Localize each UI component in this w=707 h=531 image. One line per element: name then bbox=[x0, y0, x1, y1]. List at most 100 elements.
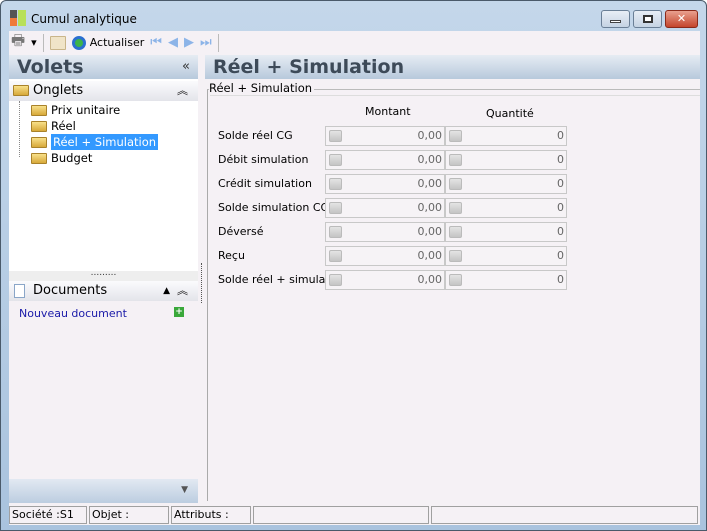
refresh-button[interactable]: Actualiser bbox=[71, 35, 144, 50]
folder-icon bbox=[31, 104, 47, 116]
documents-section-label: Documents bbox=[33, 283, 108, 298]
field-button[interactable] bbox=[449, 226, 462, 238]
status-objet: Objet : bbox=[89, 506, 169, 524]
status-empty bbox=[253, 506, 429, 524]
montant-value: 0,00 bbox=[417, 201, 443, 214]
field-button[interactable] bbox=[329, 250, 342, 262]
first-record-icon[interactable]: ⏮ bbox=[150, 35, 162, 50]
row-label: Reçu bbox=[218, 249, 245, 262]
collapse-up-icon[interactable]: ▲ bbox=[163, 281, 170, 301]
last-record-icon[interactable]: ⏭ bbox=[200, 35, 212, 50]
field-button[interactable] bbox=[329, 274, 342, 286]
field-button[interactable] bbox=[329, 226, 342, 238]
collapse-panel-icon[interactable]: « bbox=[182, 55, 190, 79]
quantite-field[interactable]: 0 bbox=[445, 174, 567, 194]
tree-item-label: Prix unitaire bbox=[51, 103, 121, 117]
tree-item-label: Réel bbox=[51, 119, 76, 133]
quantite-value: 0 bbox=[557, 249, 564, 262]
toolbar: 🖶 ▾ Actualiser ⏮ ◀ ▶ ⏭ bbox=[9, 31, 700, 54]
row-label: Déversé bbox=[218, 225, 264, 238]
close-button[interactable]: ✕ bbox=[665, 10, 698, 28]
previous-record-icon[interactable]: ◀ bbox=[168, 35, 178, 50]
quantite-field[interactable]: 0 bbox=[445, 246, 567, 266]
group-label: Réel + Simulation bbox=[209, 81, 315, 95]
print-icon[interactable]: 🖶 bbox=[11, 30, 25, 55]
window-title: Cumul analytique bbox=[31, 12, 137, 26]
montant-field[interactable]: 0,00 bbox=[325, 246, 445, 266]
tree-item-reel-simulation[interactable]: Réel + Simulation bbox=[31, 134, 159, 150]
quantite-field[interactable]: 0 bbox=[445, 222, 567, 242]
expand-down-icon[interactable]: ▼ bbox=[181, 485, 188, 495]
documents-section-header[interactable]: Documents ▲ ︽ bbox=[9, 281, 198, 301]
row-label: Solde simulation CG bbox=[218, 201, 330, 214]
montant-field[interactable]: 0,00 bbox=[325, 150, 445, 170]
minimize-button[interactable] bbox=[601, 10, 630, 28]
montant-field[interactable]: 0,00 bbox=[325, 174, 445, 194]
field-button[interactable] bbox=[329, 178, 342, 190]
panel-title: Volets bbox=[17, 56, 84, 78]
quantite-field[interactable]: 0 bbox=[445, 270, 567, 290]
tree-item-budget[interactable]: Budget bbox=[31, 150, 92, 166]
quantite-field[interactable]: 0 bbox=[445, 126, 567, 146]
quantite-field[interactable]: 0 bbox=[445, 198, 567, 218]
row-label: Débit simulation bbox=[218, 153, 309, 166]
tree-item-label: Budget bbox=[51, 151, 93, 165]
status-empty bbox=[431, 506, 698, 524]
collapse-section-icon[interactable]: ︽ bbox=[177, 281, 188, 301]
folder-icon bbox=[13, 85, 29, 96]
tree-item-prix-unitaire[interactable]: Prix unitaire bbox=[31, 102, 120, 118]
quantite-value: 0 bbox=[557, 153, 564, 166]
main-pane: Réel + Simulation Réel + Simulation Mont… bbox=[205, 55, 700, 503]
panel-footer: ▼ bbox=[9, 479, 198, 503]
tabs-section-header[interactable]: Onglets ︽ bbox=[9, 81, 198, 101]
tree-line bbox=[19, 101, 20, 157]
add-document-icon[interactable]: + bbox=[174, 307, 184, 317]
folder-icon bbox=[31, 152, 47, 164]
field-button[interactable] bbox=[329, 154, 342, 166]
toolbar-separator bbox=[217, 33, 219, 52]
document-icon bbox=[14, 284, 25, 298]
montant-value: 0,00 bbox=[417, 129, 443, 142]
field-button[interactable] bbox=[329, 130, 342, 142]
tree-item-reel[interactable]: Réel bbox=[31, 118, 76, 134]
field-button[interactable] bbox=[449, 202, 462, 214]
field-button[interactable] bbox=[449, 250, 462, 262]
next-record-icon[interactable]: ▶ bbox=[184, 35, 194, 50]
quantite-value: 0 bbox=[557, 177, 564, 190]
print-dropdown-icon[interactable]: ▾ bbox=[31, 36, 37, 49]
status-societe: Société :S1 bbox=[9, 506, 87, 524]
refresh-icon bbox=[71, 35, 86, 50]
quantite-value: 0 bbox=[557, 225, 564, 238]
documents-list: Nouveau document + bbox=[9, 301, 198, 479]
vertical-splitter[interactable] bbox=[201, 263, 202, 303]
new-document-link[interactable]: Nouveau document bbox=[19, 307, 127, 320]
quantite-value: 0 bbox=[557, 273, 564, 286]
montant-value: 0,00 bbox=[417, 153, 443, 166]
collapse-section-icon[interactable]: ︽ bbox=[177, 81, 188, 101]
montant-value: 0,00 bbox=[417, 249, 443, 262]
splitter-handle[interactable]: ......... bbox=[9, 269, 198, 281]
montant-field[interactable]: 0,00 bbox=[325, 198, 445, 218]
folder-icon[interactable] bbox=[49, 35, 66, 50]
maximize-button[interactable] bbox=[633, 10, 662, 28]
field-button[interactable] bbox=[449, 178, 462, 190]
column-header-quantite: Quantité bbox=[486, 107, 534, 120]
montant-field[interactable]: 0,00 bbox=[325, 222, 445, 242]
field-button[interactable] bbox=[449, 154, 462, 166]
folder-icon bbox=[31, 120, 47, 132]
montant-field[interactable]: 0,00 bbox=[325, 270, 445, 290]
montant-value: 0,00 bbox=[417, 177, 443, 190]
window: Cumul analytique ✕ 🖶 ▾ Actualiser ⏮ ◀ ▶ … bbox=[0, 0, 707, 531]
quantite-field[interactable]: 0 bbox=[445, 150, 567, 170]
montant-value: 0,00 bbox=[417, 273, 443, 286]
main-title: Réel + Simulation bbox=[205, 55, 700, 79]
field-button[interactable] bbox=[329, 202, 342, 214]
field-button[interactable] bbox=[449, 130, 462, 142]
field-button[interactable] bbox=[449, 274, 462, 286]
group-box: Montant Quantité Solde réel CG 0,00 0 Déb… bbox=[207, 89, 700, 501]
status-bar: Société :S1 Objet : Attributs : bbox=[9, 506, 700, 524]
quantite-value: 0 bbox=[557, 129, 564, 142]
left-panel: Volets « Onglets ︽ Prix unitaire Réel Réel… bbox=[9, 55, 198, 503]
tabs-section-label: Onglets bbox=[33, 83, 84, 98]
montant-field[interactable]: 0,00 bbox=[325, 126, 445, 146]
